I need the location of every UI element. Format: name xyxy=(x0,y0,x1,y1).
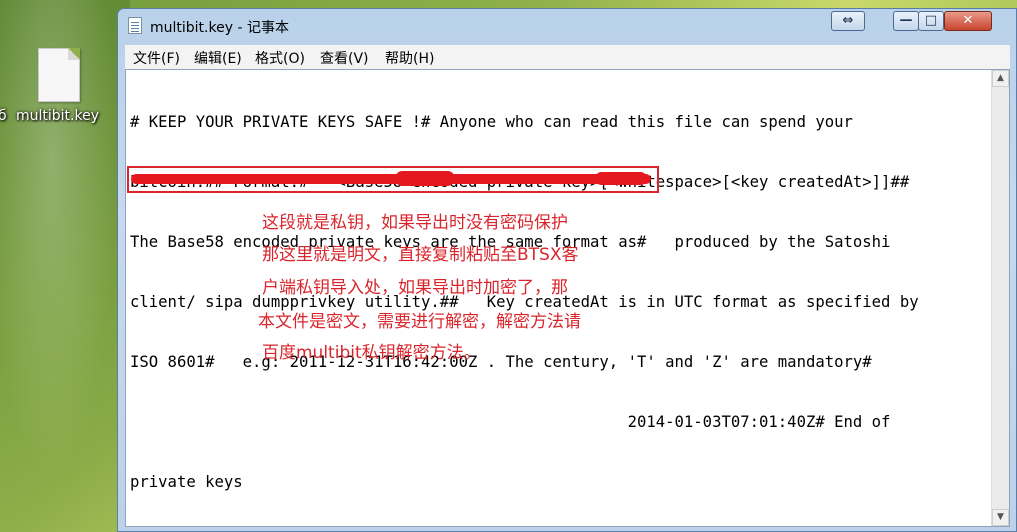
notepad-window: multibit.key - 记事本 ⇔ — □ ✕ 文件(F) 编辑(E) 格… xyxy=(117,8,1017,532)
text-line: private keys xyxy=(130,473,243,491)
menu-edit[interactable]: 编辑(E) xyxy=(194,48,242,68)
label-fragment: б xyxy=(0,108,7,124)
menu-file[interactable]: 文件(F) xyxy=(133,48,180,68)
maximize-button[interactable]: □ xyxy=(918,11,944,31)
annotation-line: 百度multibit私钥解密方法。 xyxy=(262,343,481,363)
menu-format[interactable]: 格式(O) xyxy=(255,48,305,68)
annotation-line: 这段就是私钥，如果导出时没有密码保护 xyxy=(262,213,568,233)
desktop-file-icon[interactable]: б multibit.key xyxy=(0,44,115,139)
file-icon xyxy=(38,48,80,102)
restore-size-button[interactable]: ⇔ xyxy=(831,11,865,31)
vertical-scrollbar[interactable]: ▲ ▼ xyxy=(991,70,1009,526)
scroll-down-icon[interactable]: ▼ xyxy=(992,509,1009,526)
text-line: 2014-01-03T07:01:40Z# End of xyxy=(130,413,891,431)
menu-help[interactable]: 帮助(H) xyxy=(385,48,434,68)
notepad-icon xyxy=(128,17,142,34)
text-line: # KEEP YOUR PRIVATE KEYS SAFE !# Anyone … xyxy=(130,113,853,131)
text-editor[interactable]: # KEEP YOUR PRIVATE KEYS SAFE !# Anyone … xyxy=(125,69,1010,527)
menu-view[interactable]: 查看(V) xyxy=(320,48,369,68)
title-bar[interactable]: multibit.key - 记事本 ⇔ — □ ✕ xyxy=(118,9,1016,41)
annotation-line: 那这里就是明文，直接复制粘贴至BTSX客 xyxy=(262,245,579,265)
scroll-up-icon[interactable]: ▲ xyxy=(992,70,1009,87)
annotation-line: 户端私钥导入处，如果导出时加密了，那 xyxy=(262,278,568,298)
menu-bar: 文件(F) 编辑(E) 格式(O) 查看(V) 帮助(H) xyxy=(125,45,1010,70)
private-key-highlight-box xyxy=(127,166,659,193)
minimize-button[interactable]: — xyxy=(893,11,919,31)
document-text[interactable]: # KEEP YOUR PRIVATE KEYS SAFE !# Anyone … xyxy=(130,72,975,532)
window-title: multibit.key - 记事本 xyxy=(150,20,289,36)
close-button[interactable]: ✕ xyxy=(944,11,992,31)
file-name: multibit.key xyxy=(16,108,100,124)
text-line: ISO 8601# e.g: 2011-12-31T16:42:00Z . Th… xyxy=(130,353,872,371)
annotation-line: 本文件是密文，需要进行解密，解密方法请 xyxy=(258,312,581,332)
